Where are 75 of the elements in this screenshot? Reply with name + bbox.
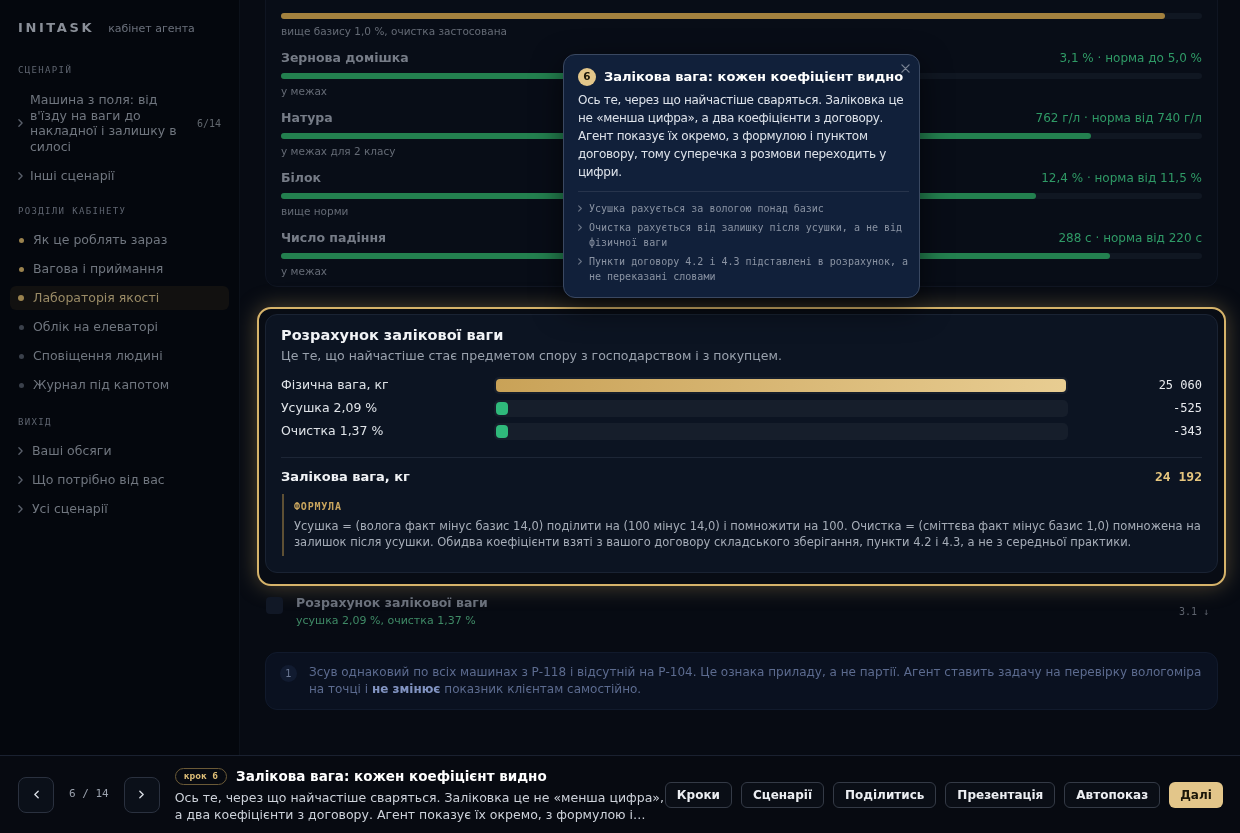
total-value: 24 192 xyxy=(1155,467,1202,486)
quality-label: Натура xyxy=(281,108,333,127)
log-detail: усушка 2,09 %, очистка 1,37 % xyxy=(296,614,476,628)
section-heading: РОЗДІЛИ КАБІНЕТУ xyxy=(18,205,127,217)
next-button[interactable] xyxy=(123,776,160,813)
toolbar-button[interactable]: Далі xyxy=(1169,781,1223,808)
other-scenarios-link[interactable]: Інші сценарії xyxy=(10,168,123,184)
quality-value: 3,1 % · норма до 5,0 % xyxy=(1059,50,1202,67)
sidebar-link[interactable]: Усі сценарії xyxy=(10,497,116,521)
section-heading: СЦЕНАРІЙ xyxy=(18,64,73,76)
scenario-step-count: 6/14 xyxy=(196,116,221,131)
card-subtitle: Це те, що найчастіше стає предметом спору з господарством і з покупцем. xyxy=(281,348,783,364)
toolbar-button[interactable]: Презентація xyxy=(945,781,1056,808)
step-badge: 6 xyxy=(578,68,596,86)
log-title: Розрахунок залікової ваги xyxy=(296,594,488,612)
chevron-icon xyxy=(578,258,582,265)
scenario-title[interactable]: Машина з поля: від в'їзду на ваги до накладної і залишку в силосі xyxy=(30,92,190,154)
sidebar-nav-item[interactable]: Як це роблять зараз xyxy=(10,228,229,252)
sidebar-link[interactable]: Що потрібно від вас xyxy=(10,468,173,492)
note-text: Зсув однаковий по всіх машинах з Р-118 і відсутній на Р-104. Це ознака приладу, а не партії. Агент ставить задачу на перевірку вологоміра на точці і не змінює показник клієнтам самостійно. xyxy=(309,664,1203,698)
bar-label: Очистка 1,37 % xyxy=(281,422,384,440)
chevron-icon xyxy=(18,476,23,484)
tooltip-point: Пункти договору 4.2 і 4.3 підставлені в розрахунок, а не переказані словами xyxy=(589,255,909,284)
quality-value: 762 г/л · норма від 740 г/л xyxy=(1035,110,1202,127)
sidebar-nav-item[interactable]: Журнал під капотом xyxy=(10,373,229,397)
tooltip-point: Очистка рахується від залишку після усушки, а не від фізичної ваги xyxy=(589,221,904,250)
sidebar-nav-item[interactable]: Облік на елеваторі xyxy=(10,315,229,339)
formula-text: Усушка = (волога факт мінус базис 14,0) поділити на (100 мінус 14,0) і помножити на 100. Очистка = (сміттєва факт мінус базис 1,0) помножена на залишок після усушки. Обидва коефіцієнти взяті з вашого договору складського зберігання, пункти 4.2 і 4.3, а не з середньої практики. xyxy=(294,518,1202,550)
previous-button[interactable] xyxy=(18,776,54,813)
toolbar-button[interactable]: Автопоказ xyxy=(1064,781,1161,808)
tooltip-title: Залікова вага: кожен коефіцієнт видно xyxy=(604,68,904,87)
step-description: Ось те, через що найчастіше сваряться. Заліковка це не «менша цифра», а два коефіцієнти з договору. Агент показує їх окремо, з формулою і… xyxy=(174,789,665,823)
chevron-icon xyxy=(18,505,23,513)
chevron-right-icon xyxy=(139,790,145,799)
sidebar-nav-item[interactable]: Вагова і приймання xyxy=(10,257,229,281)
step-counter: 6 / 14 xyxy=(69,786,109,803)
bar-label: Усушка 2,09 % xyxy=(281,399,378,417)
toolbar-button[interactable]: Поділитись xyxy=(833,781,937,808)
logo-text[interactable]: INITASK xyxy=(18,20,95,36)
close-icon[interactable] xyxy=(901,64,910,73)
toolbar-button[interactable]: Кроки xyxy=(664,781,732,808)
card-title: Розрахунок залікової ваги xyxy=(281,326,505,345)
note-number: 1 xyxy=(280,665,297,682)
chevron-icon xyxy=(18,172,23,180)
quality-note: у межах для 2 класу xyxy=(281,144,396,158)
sidebar-nav-item[interactable]: Лабораторія якості xyxy=(10,286,229,310)
bar-value: -343 xyxy=(1173,423,1202,441)
cabinet-subtitle: кабінет агента xyxy=(108,21,195,37)
formula-heading: ФОРМУЛА xyxy=(294,500,342,514)
chevron-icon xyxy=(578,224,582,231)
quality-note: вище норми xyxy=(281,204,349,218)
chevron-left-icon xyxy=(33,790,39,799)
quality-value: 288 с · норма від 220 с xyxy=(1058,230,1202,247)
bar-value: 25 060 xyxy=(1158,377,1202,395)
sidebar-nav-item[interactable]: Сповіщення людині xyxy=(10,344,229,368)
bar-label: Фізична вага, кг xyxy=(281,376,389,394)
quality-label: Зернова домішка xyxy=(281,48,409,67)
tooltip-body: Ось те, через що найчастіше сваряться. Заліковка це не «менша цифра», а два коефіцієнти з договору. Агент показує їх окремо, з формулою і пунктом договору, тому суперечка з розмови переходить у цифри. xyxy=(578,92,905,181)
toolbar-button[interactable]: Сценарії xyxy=(740,781,824,808)
quality-label: Білок xyxy=(281,168,322,187)
sidebar-link[interactable]: Ваші обсяги xyxy=(10,439,120,463)
total-label: Залікова вага, кг xyxy=(281,467,410,486)
section-heading: ВИХІД xyxy=(18,416,52,428)
quality-value: 12,4 % · норма від 11,5 % xyxy=(1041,170,1202,187)
tooltip-point: Усушка рахується за вологою понад базис xyxy=(589,202,824,216)
chevron-icon xyxy=(18,119,23,127)
quality-note: у межах xyxy=(281,264,328,278)
log-tag: 3.1 ↓ xyxy=(1178,604,1209,619)
chevron-icon xyxy=(18,447,23,455)
quality-note: вище базису 1,0 %, очистка застосована xyxy=(281,24,507,38)
quality-note: у межах xyxy=(281,84,328,98)
bar-value: -525 xyxy=(1173,400,1202,418)
step-title: Залікова вага: кожен коефіцієнт видно xyxy=(236,766,547,786)
quality-label: Число падіння xyxy=(281,228,387,247)
chevron-icon xyxy=(578,205,582,212)
